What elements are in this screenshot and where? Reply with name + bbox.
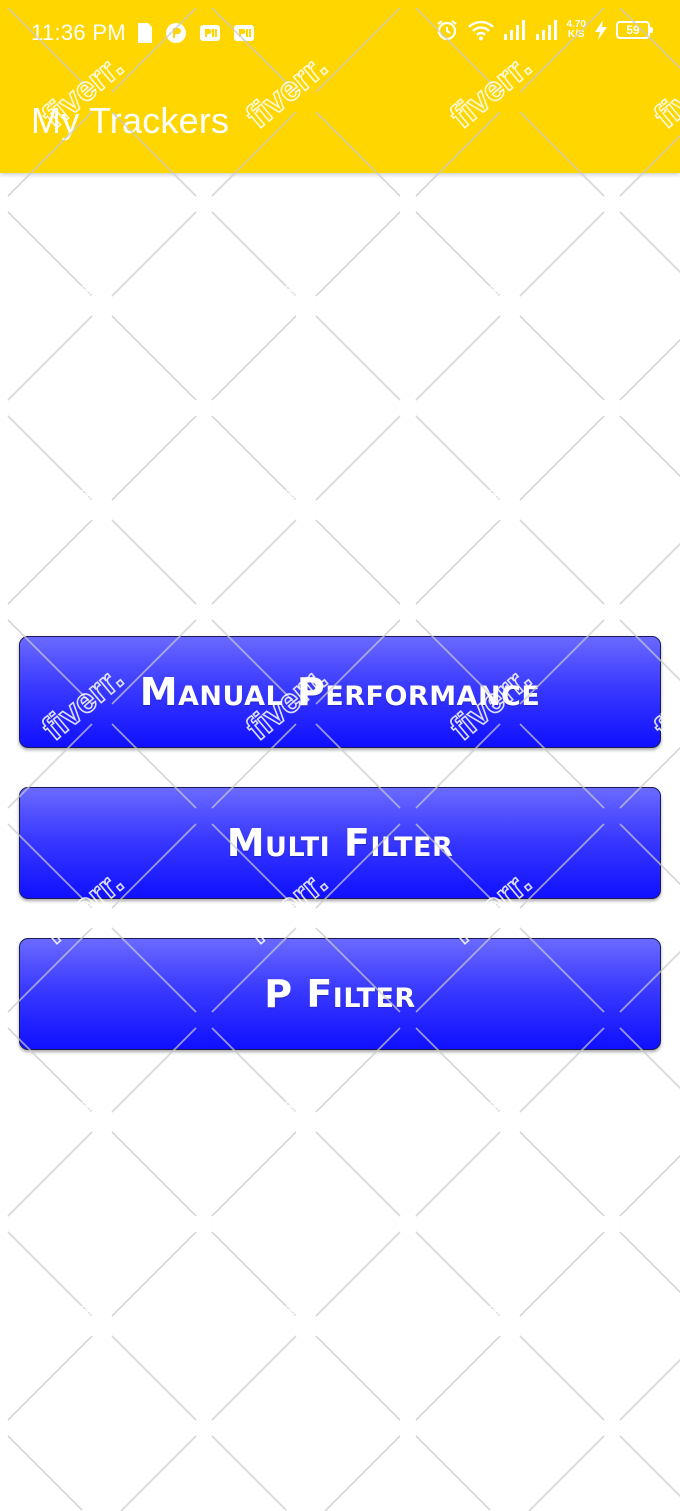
multi-filter-label: Multi Filter	[226, 821, 454, 865]
p-filter-button[interactable]: P Filter	[19, 938, 661, 1050]
status-bar: 11:36 PM 4.70 K/S 59	[0, 0, 680, 70]
signal-icon-2	[535, 20, 557, 40]
charging-icon	[595, 20, 607, 40]
multi-filter-button[interactable]: Multi Filter	[19, 787, 661, 899]
p-filter-label: P Filter	[264, 972, 416, 1016]
status-time: 11:36 PM	[31, 20, 126, 45]
network-speed-unit: K/S	[567, 29, 585, 40]
page-title: My Trackers	[31, 100, 230, 141]
battery-level: 59	[626, 23, 640, 37]
system-icons: 4.70 K/S 59	[435, 18, 653, 42]
app-notification-icon-2	[200, 25, 220, 41]
alarm-icon	[436, 20, 457, 41]
wifi-icon	[467, 20, 494, 41]
network-speed: 4.70 K/S	[567, 20, 586, 40]
main-content: Manual Performance Multi Filter P Filter	[0, 173, 680, 1511]
manual-performance-button[interactable]: Manual Performance	[19, 636, 661, 748]
signal-icon	[503, 20, 525, 40]
app-notification-icon	[166, 23, 186, 43]
notification-icons	[137, 22, 255, 44]
app-notification-icon-3	[234, 25, 254, 41]
sim-card-icon	[138, 23, 152, 43]
app-bar: 11:36 PM 4.70 K/S 59 My Trackers	[0, 0, 680, 173]
manual-performance-label: Manual Performance	[139, 670, 541, 714]
battery-indicator: 59	[616, 21, 653, 39]
